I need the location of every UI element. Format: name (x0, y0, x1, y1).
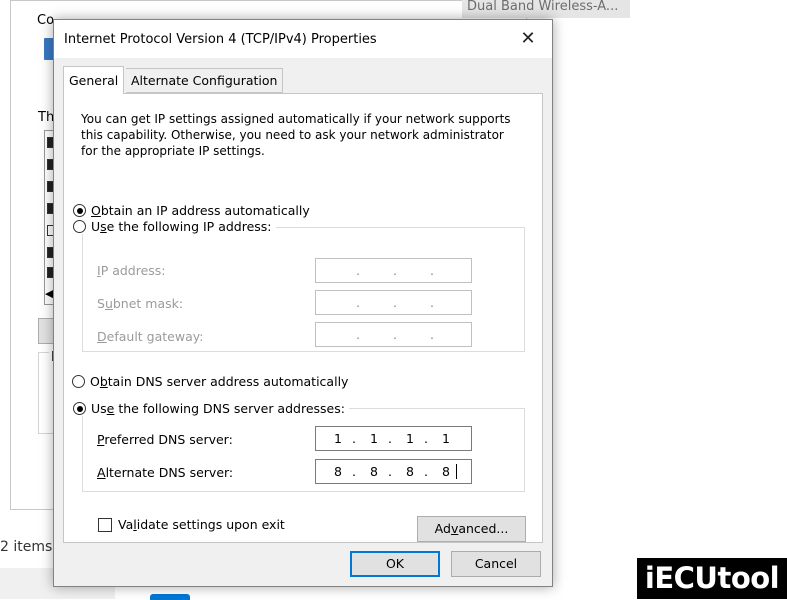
preferred-dns-input[interactable]: 1. 1. 1. 1 (315, 426, 472, 451)
radio-label: Obtain DNS server address automatically (90, 374, 349, 389)
connect-using-label: Co (37, 13, 55, 28)
default-gateway-label: Default gateway: (97, 329, 204, 344)
checkbox-box (98, 517, 112, 532)
ok-button[interactable]: OK (350, 551, 440, 577)
watermark-logo: iECUtool (637, 558, 787, 599)
obtain-dns-automatically-radio[interactable]: Obtain DNS server address automatically (72, 374, 353, 389)
radio-circle (73, 220, 86, 233)
close-icon[interactable]: ✕ (508, 24, 548, 54)
radio-circle (73, 402, 86, 415)
ip-address-label: IP address: (97, 263, 166, 278)
validate-settings-checkbox[interactable]: Validate settings upon exit (98, 517, 285, 532)
preferred-dns-label: Preferred DNS server: (97, 432, 233, 447)
connection-uses-label: Th (38, 110, 55, 125)
adapter-name-field: Dual Band Wireless-A... (462, 0, 630, 18)
alternate-dns-label: Alternate DNS server: (97, 465, 234, 480)
radio-label: Obtain an IP address automatically (91, 203, 310, 218)
radio-label: Use the following IP address: (91, 219, 272, 234)
subnet-mask-input[interactable]: . . . (315, 290, 472, 315)
text-caret (456, 464, 457, 479)
tab-general[interactable]: General (63, 66, 125, 94)
cancel-button[interactable]: Cancel (451, 551, 541, 577)
radio-circle (72, 375, 85, 388)
advanced-button[interactable]: Advanced... (417, 516, 526, 542)
title-bar: Internet Protocol Version 4 (TCP/IPv4) P… (54, 20, 552, 58)
use-following-dns-radio[interactable]: Use the following DNS server addresses: (73, 401, 349, 416)
tab-alternate-configuration[interactable]: Alternate Configuration (126, 68, 284, 93)
radio-circle (73, 204, 86, 217)
use-following-ip-radio[interactable]: Use the following IP address: (73, 219, 276, 234)
checkbox-label: Validate settings upon exit (118, 517, 285, 532)
items-count: 2 items (0, 539, 53, 555)
subnet-mask-label: Subnet mask: (97, 296, 184, 311)
description-text: You can get IP settings assigned automat… (81, 112, 511, 158)
default-gateway-input[interactable]: . . . (315, 322, 472, 347)
ip-address-input[interactable]: . . . (315, 258, 472, 283)
radio-label: Use the following DNS server addresses: (91, 401, 345, 416)
ipv4-properties-dialog: Internet Protocol Version 4 (TCP/IPv4) P… (53, 19, 553, 587)
dialog-title: Internet Protocol Version 4 (TCP/IPv4) P… (64, 32, 377, 47)
obtain-ip-automatically-radio[interactable]: Obtain an IP address automatically (73, 203, 314, 218)
taskbar-button[interactable] (150, 594, 190, 600)
general-tab-page: You can get IP settings assigned automat… (63, 93, 543, 543)
alternate-dns-input[interactable]: 8. 8. 8. 8 (315, 459, 472, 484)
